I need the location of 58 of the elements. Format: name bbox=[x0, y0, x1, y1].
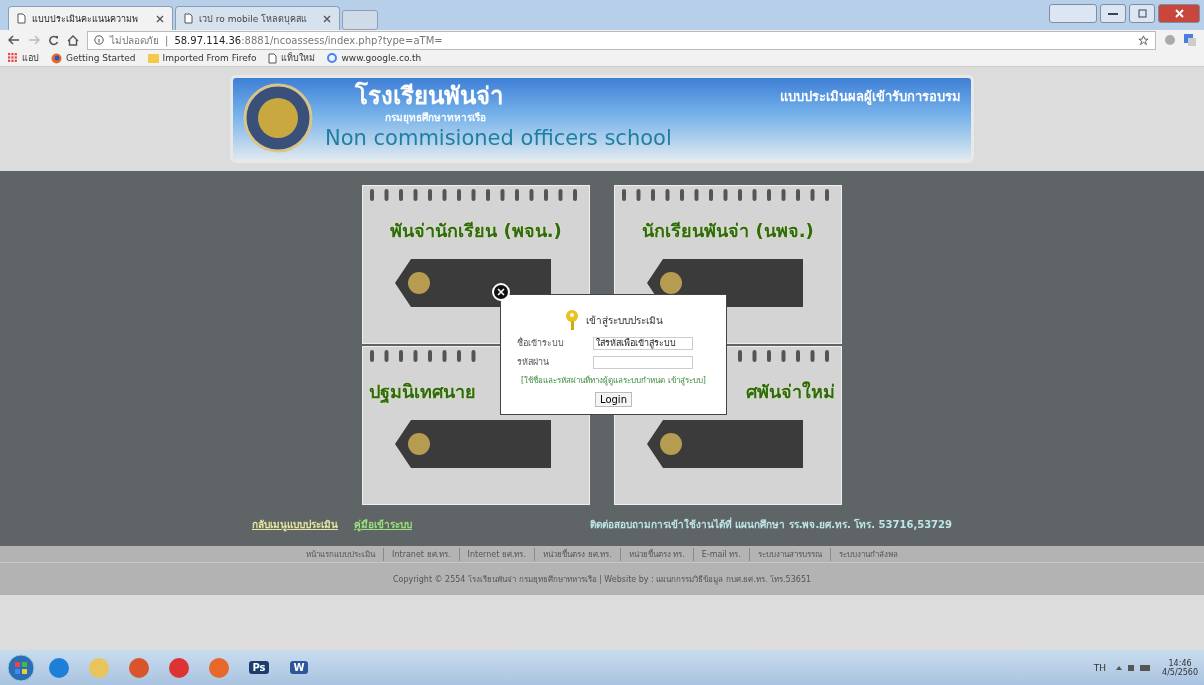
bookmark-link[interactable]: www.google.co.th bbox=[327, 53, 422, 63]
close-icon[interactable] bbox=[323, 14, 331, 23]
close-icon bbox=[497, 288, 505, 296]
page-icon bbox=[17, 13, 26, 24]
card-title: นักเรียนพันจ่า (นพจ.) bbox=[642, 219, 814, 243]
login-button[interactable]: Login bbox=[595, 392, 632, 407]
password-field[interactable] bbox=[592, 355, 693, 369]
page-icon bbox=[268, 52, 278, 64]
username-field[interactable]: ใส่รหัสเพื่อเข้าสู่ระบบ bbox=[592, 336, 693, 350]
bookmark-link[interactable]: Imported From Firefo bbox=[147, 53, 257, 63]
translate-icon[interactable] bbox=[1184, 34, 1196, 46]
nav-link[interactable]: ระบบงานกำลังพล bbox=[829, 547, 906, 561]
card-title: ปฐมนิเทศนาย bbox=[369, 380, 476, 405]
close-icon bbox=[1174, 9, 1184, 18]
close-icon[interactable] bbox=[156, 14, 164, 23]
field-label: รหัสผ่าน bbox=[516, 356, 550, 369]
contact-text: ติดต่อสอบถามการเข้าใช้งานได้ที่ แผนกศึกษา รร.พจ.ยศ.ทร. โทร. 53716,53729 bbox=[589, 517, 952, 532]
browser-tab[interactable]: เวป ro mobile โหลดบุคสแ bbox=[175, 6, 340, 30]
clock[interactable]: 14:46 4/5/2560 bbox=[1162, 658, 1198, 677]
nav-link[interactable]: หน้าแรกแบบประเมิน bbox=[298, 547, 384, 561]
language-indicator[interactable]: TH bbox=[1093, 662, 1107, 673]
department-name: กรมยุทธศึกษาทหารเรือ bbox=[385, 111, 487, 125]
copyright-text: Copyright © 2554 โรงเรียนพันจ่า กรมยุทธศึกษาทหารเรือ | Website by : แผนกกรรมวิธีข้อมูล กบศ.ยศ.ทร. โทร.53651 bbox=[392, 573, 812, 586]
key-icon bbox=[564, 309, 580, 331]
info-icon bbox=[94, 35, 104, 45]
close-window-button[interactable] bbox=[1158, 4, 1200, 23]
nav-link[interactable]: Intranet ยศ.ทร. bbox=[383, 547, 459, 561]
google-g-icon bbox=[327, 53, 338, 63]
maximize-icon bbox=[1137, 9, 1147, 18]
reload-icon[interactable] bbox=[48, 34, 59, 46]
school-name: โรงเรียนพันจ่า bbox=[355, 82, 504, 110]
footer-link[interactable]: คู่มือเข้าระบบ bbox=[354, 517, 412, 532]
bookmark-link[interactable]: Getting Started bbox=[51, 52, 136, 64]
bookmark-link[interactable]: แท็บใหม่ bbox=[268, 51, 316, 65]
nav-link[interactable]: ระบบงานสารบรรณ bbox=[748, 547, 830, 561]
extension-icon[interactable] bbox=[1164, 34, 1176, 46]
start-button[interactable] bbox=[6, 652, 36, 683]
minimize-button[interactable] bbox=[1100, 4, 1126, 23]
back-icon[interactable] bbox=[8, 35, 20, 45]
nav-link[interactable]: Internet ยศ.ทร. bbox=[458, 547, 534, 561]
globe-icon bbox=[51, 52, 62, 64]
address-bar[interactable]: ไม่ปลอดภัย | 58.97.114.36:8881/ncoassess/index.php?type=aTM= bbox=[87, 30, 1156, 50]
star-icon[interactable] bbox=[1138, 34, 1149, 46]
nav-link[interactable]: หน่วยขึ้นตรง ทร. bbox=[619, 547, 693, 561]
card-title: ศพันจ่าใหม่ bbox=[746, 380, 835, 404]
apps-grid-icon bbox=[8, 53, 18, 63]
new-tab-button[interactable] bbox=[342, 10, 378, 30]
english-school-name: Non commisioned officers school bbox=[325, 125, 673, 151]
card-title: พันจ่านักเรียน (พจน.) bbox=[390, 219, 562, 243]
school-seal-icon bbox=[243, 82, 313, 154]
page-icon bbox=[184, 13, 193, 24]
home-icon[interactable] bbox=[67, 34, 79, 46]
footer-link[interactable]: กลับเมนูแบบประเมิน bbox=[252, 517, 338, 532]
nav-link[interactable]: E-mail ทร. bbox=[692, 547, 749, 561]
nav-link[interactable]: หน่วยขึ้นตรง ยศ.ทร. bbox=[534, 547, 620, 561]
page-title: แบบประเมินผลผู้เข้ารับการอบรม bbox=[780, 88, 961, 107]
browser-tab[interactable]: แบบประเมินคะแนนความพ bbox=[8, 6, 173, 30]
bookmark-link[interactable]: แอป bbox=[8, 51, 39, 65]
